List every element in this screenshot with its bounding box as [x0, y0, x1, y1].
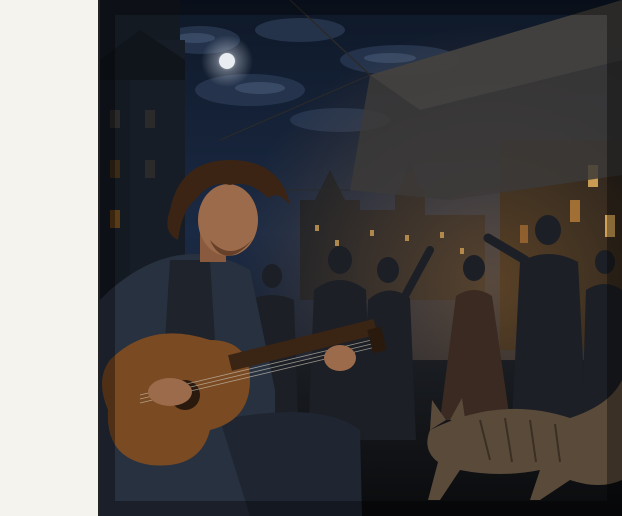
left-margin-panel: [0, 0, 98, 516]
screen: [0, 0, 622, 516]
scene-svg: [100, 0, 622, 516]
night-street-image: [100, 0, 622, 516]
